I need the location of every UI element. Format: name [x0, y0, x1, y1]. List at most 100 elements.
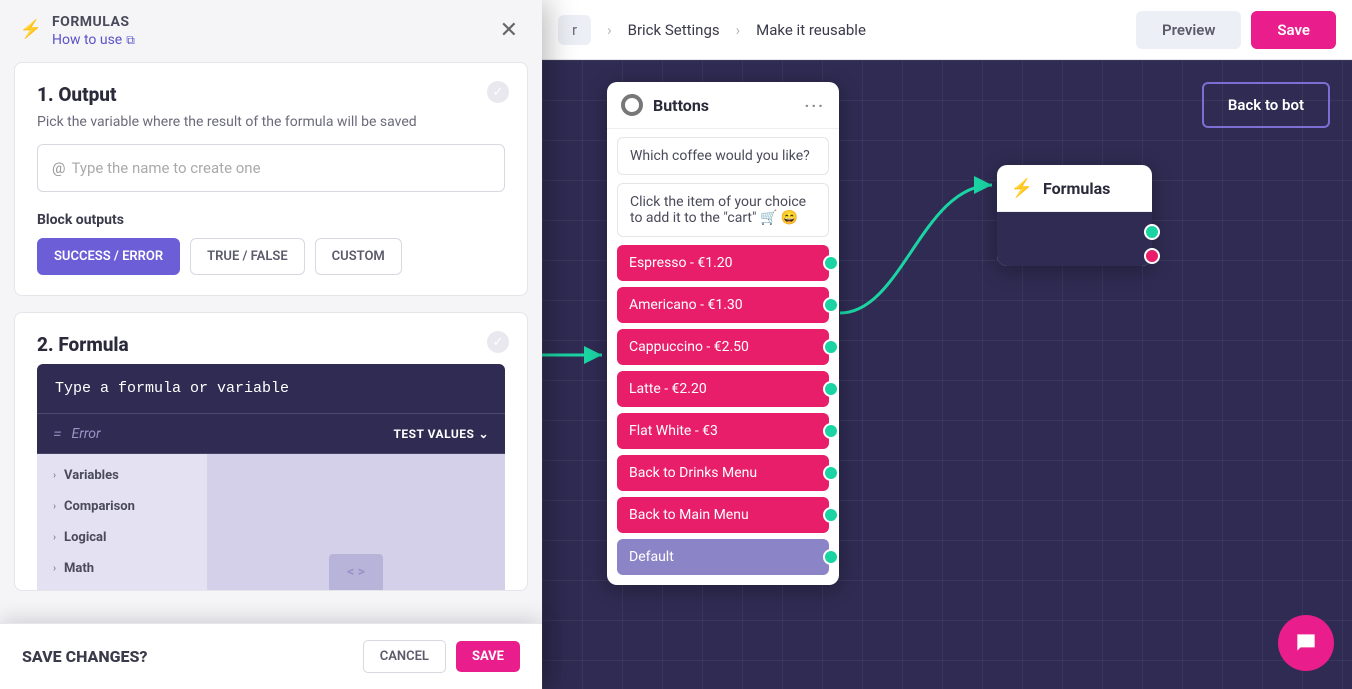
top-bar: r › Brick Settings › Make it reusable Pr… [542, 0, 1352, 60]
category-list: ›Variables › Comparison › Logical › Math [37, 454, 207, 590]
output-variable-input[interactable]: @ Type the name to create one [37, 144, 505, 192]
output-port[interactable] [823, 423, 839, 439]
buttons-node[interactable]: Buttons ··· Which coffee would you like?… [607, 82, 839, 585]
output-port[interactable] [823, 381, 839, 397]
section-title: 1. Output [37, 83, 505, 106]
choice-button[interactable]: Espresso - €1.20 [617, 245, 829, 281]
node-title: Formulas [1043, 179, 1138, 198]
link-label: How to use [52, 32, 122, 48]
test-values-button[interactable]: TEST VALUES ⌄ [393, 427, 489, 441]
output-port[interactable] [823, 549, 839, 565]
at-icon: @ [52, 159, 65, 177]
buttons-icon [621, 94, 643, 116]
cancel-button[interactable]: CANCEL [363, 640, 446, 673]
panel-scroll[interactable]: ✓ 1. Output Pick the variable where the … [0, 62, 542, 623]
save-button[interactable]: Save [1251, 11, 1336, 49]
formula-icon: ⚡ [20, 18, 42, 40]
choice-label: Back to Main Menu [629, 507, 749, 523]
choice-button[interactable]: Flat White - €3 [617, 413, 829, 449]
formula-editor: Type a formula or variable = Error TEST … [37, 364, 505, 590]
chevron-right-icon: › [736, 21, 741, 39]
chat-fab[interactable] [1278, 615, 1334, 671]
node-body [997, 212, 1152, 266]
output-port[interactable] [823, 255, 839, 271]
node-header[interactable]: Buttons ··· [607, 82, 839, 129]
choice-label: Flat White - €3 [629, 423, 718, 439]
formula-result-row: = Error TEST VALUES ⌄ [37, 414, 505, 454]
choice-default[interactable]: Default [617, 539, 829, 575]
panel-header: ⚡ FORMULAS How to use ⧉ ✕ [0, 0, 542, 62]
section-title: 2. Formula [37, 333, 505, 356]
formulas-node[interactable]: ⚡ Formulas [997, 165, 1152, 266]
code-icon: < > [329, 554, 383, 590]
save-changes-bar: SAVE CHANGES? CANCEL SAVE [0, 623, 542, 689]
formula-section: ✓ 2. Formula Type a formula or variable … [14, 312, 528, 591]
save-changes-label: SAVE CHANGES? [22, 647, 363, 666]
category-item[interactable]: › Comparison [37, 491, 207, 522]
category-label: Logical [64, 530, 106, 545]
node-title: Buttons [653, 96, 795, 115]
how-to-use-link[interactable]: How to use ⧉ [52, 32, 486, 48]
chevron-right-icon: › [53, 470, 56, 481]
output-mode-segment: SUCCESS / ERROR TRUE / FALSE CUSTOM [37, 238, 505, 275]
formula-categories: ›Variables › Comparison › Logical › Math < … [37, 454, 505, 590]
back-to-bot-button[interactable]: Back to bot [1202, 82, 1330, 128]
check-icon: ✓ [487, 331, 509, 353]
choice-label: Latte - €2.20 [629, 381, 707, 397]
formula-error: Error [72, 426, 394, 442]
choice-button[interactable]: Americano - €1.30 [617, 287, 829, 323]
chevron-right-icon: › [53, 532, 56, 543]
chat-icon [1293, 630, 1319, 656]
message-block[interactable]: Which coffee would you like? [617, 137, 829, 175]
equals-icon: = [53, 424, 62, 443]
breadcrumb-item[interactable]: Brick Settings [628, 21, 720, 39]
block-outputs-label: Block outputs [37, 212, 505, 228]
chevron-right-icon: › [53, 563, 56, 574]
check-icon: ✓ [487, 81, 509, 103]
choice-button[interactable]: Back to Drinks Menu [617, 455, 829, 491]
category-item[interactable]: › Math [37, 553, 207, 584]
breadcrumb-item[interactable]: r [558, 15, 591, 45]
chevron-right-icon: › [607, 21, 612, 39]
preview-button[interactable]: Preview [1136, 11, 1241, 49]
chevron-right-icon: › [53, 501, 56, 512]
test-values-label: TEST VALUES [393, 427, 474, 441]
output-port[interactable] [823, 297, 839, 313]
flow-canvas[interactable]: Back to bot Buttons ··· Which coffee wou… [542, 60, 1352, 689]
choice-label: Default [629, 549, 674, 565]
success-port[interactable] [1144, 224, 1160, 240]
placeholder-text: Type the name to create one [71, 159, 260, 177]
category-label: Math [64, 561, 94, 576]
choice-label: Cappuccino - €2.50 [629, 339, 749, 355]
error-port[interactable] [1144, 248, 1160, 264]
category-label: Comparison [64, 499, 135, 514]
output-section: ✓ 1. Output Pick the variable where the … [14, 62, 528, 296]
external-link-icon: ⧉ [126, 33, 135, 48]
panel-title: FORMULAS [52, 14, 486, 30]
formula-input[interactable]: Type a formula or variable [37, 364, 505, 414]
node-header[interactable]: ⚡ Formulas [997, 165, 1152, 212]
formula-panel: ⚡ FORMULAS How to use ⧉ ✕ ✓ 1. Output Pi… [0, 0, 542, 689]
close-icon[interactable]: ✕ [496, 14, 522, 47]
choice-button[interactable]: Cappuccino - €2.50 [617, 329, 829, 365]
save-button[interactable]: SAVE [456, 641, 520, 672]
more-icon[interactable]: ··· [805, 96, 825, 115]
breadcrumb-item[interactable]: Make it reusable [756, 21, 866, 39]
segment-success-error[interactable]: SUCCESS / ERROR [37, 238, 180, 275]
choice-button[interactable]: Back to Main Menu [617, 497, 829, 533]
output-port[interactable] [823, 507, 839, 523]
segment-custom[interactable]: CUSTOM [315, 238, 402, 275]
section-subtitle: Pick the variable where the result of th… [37, 114, 505, 130]
output-port[interactable] [823, 465, 839, 481]
breadcrumb: r › Brick Settings › Make it reusable [558, 15, 1136, 45]
category-preview: < > [207, 454, 505, 590]
segment-true-false[interactable]: TRUE / FALSE [190, 238, 305, 275]
category-item[interactable]: ›Variables [37, 460, 207, 491]
category-item[interactable]: › Logical [37, 522, 207, 553]
chevron-down-icon: ⌄ [478, 427, 489, 441]
choice-button[interactable]: Latte - €2.20 [617, 371, 829, 407]
choice-label: Americano - €1.30 [629, 297, 743, 313]
choice-label: Espresso - €1.20 [629, 255, 733, 271]
output-port[interactable] [823, 339, 839, 355]
message-block[interactable]: Click the item of your choice to add it … [617, 183, 829, 237]
